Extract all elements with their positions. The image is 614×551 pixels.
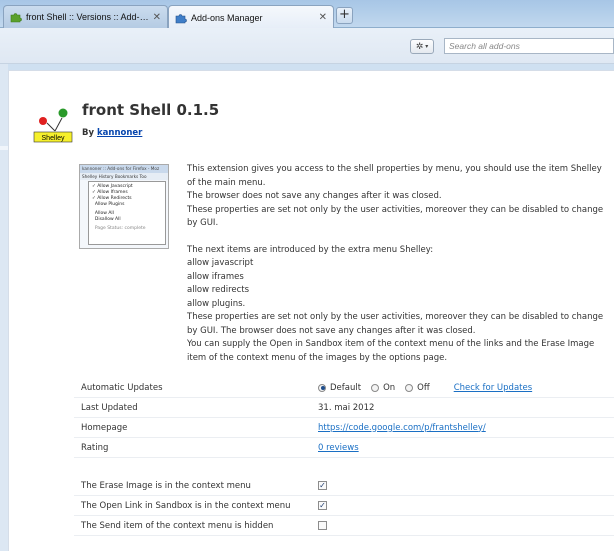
screenshot-menu-item: Page Status: complete bbox=[94, 226, 146, 231]
puzzle-icon bbox=[10, 11, 22, 23]
chevron-down-icon: ▾ bbox=[425, 43, 429, 50]
last-updated-row: Last Updated 31. mai 2012 bbox=[74, 398, 614, 418]
homepage-link[interactable]: https://code.google.com/p/frantshelley/ bbox=[318, 423, 486, 433]
tab-addons-manager[interactable]: Add-ons Manager ✕ bbox=[168, 5, 334, 29]
author-link[interactable]: kannoner bbox=[97, 128, 142, 138]
option-erase-image-row: The Erase Image is in the context menu ✓ bbox=[74, 476, 614, 496]
description-paragraph: allow plugins. bbox=[187, 298, 246, 309]
option-checkbox[interactable]: ✓ bbox=[318, 501, 327, 510]
option-checkbox[interactable] bbox=[318, 521, 327, 530]
last-updated-label: Last Updated bbox=[81, 402, 138, 413]
addons-icon bbox=[175, 12, 187, 24]
auto-updates-label: Automatic Updates bbox=[81, 382, 163, 393]
radio-icon[interactable] bbox=[371, 383, 380, 392]
description-paragraph: You can supply the Open in Sandbox item … bbox=[187, 339, 595, 363]
tab-label: front Shell :: Versions :: Add-ons f... bbox=[26, 12, 149, 22]
tools-menu-button[interactable]: ✲ ▾ bbox=[410, 39, 434, 54]
homepage-row: Homepage https://code.google.com/p/frant… bbox=[74, 418, 614, 438]
addon-details: Automatic Updates Default On Off Check f… bbox=[74, 378, 614, 458]
addons-toolbar: ✲ ▾ Search all add-ons bbox=[0, 28, 614, 64]
description-paragraph: The browser does not save any changes af… bbox=[187, 191, 442, 201]
by-label: By bbox=[82, 128, 95, 138]
screenshot-menu-bar: Shelley History Bookmarks Too bbox=[80, 173, 168, 180]
check-for-updates-link[interactable]: Check for Updates bbox=[454, 383, 532, 393]
new-tab-button[interactable]: + bbox=[336, 7, 353, 24]
radio-icon[interactable] bbox=[318, 383, 326, 392]
description-paragraph: The next items are introduced by the ext… bbox=[187, 244, 434, 255]
addon-title: front Shell 0.1.5 bbox=[82, 101, 220, 119]
rating-label: Rating bbox=[81, 442, 109, 453]
radio-icon[interactable] bbox=[405, 383, 414, 392]
option-open-sandbox-row: The Open Link in Sandbox is in the conte… bbox=[74, 496, 614, 516]
description-paragraph: allow iframes bbox=[187, 271, 244, 282]
last-updated-value: 31. mai 2012 bbox=[318, 402, 375, 413]
screenshot-menu: ✓ Allow Javascript ✓ Allow Iframes ✓ All… bbox=[88, 181, 166, 245]
radio-off[interactable]: Off bbox=[405, 383, 430, 393]
byline: By kannoner bbox=[82, 128, 142, 138]
option-label: The Send item of the context menu is hid… bbox=[81, 520, 274, 531]
tab-front-shell-versions[interactable]: front Shell :: Versions :: Add-ons f... … bbox=[3, 5, 168, 28]
homepage-label: Homepage bbox=[81, 422, 128, 433]
radio-on[interactable]: On bbox=[371, 383, 395, 393]
tab-bar: front Shell :: Versions :: Add-ons f... … bbox=[0, 0, 614, 29]
addon-description: This extension gives you access to the s… bbox=[187, 163, 612, 365]
option-send-hidden-row: The Send item of the context menu is hid… bbox=[74, 516, 614, 536]
option-label: The Erase Image is in the context menu bbox=[81, 480, 251, 491]
close-tab-icon[interactable]: ✕ bbox=[319, 12, 327, 23]
description-paragraph: These properties are set not only by the… bbox=[187, 312, 604, 336]
addon-screenshot[interactable]: kannoner :: Add-ons for Firefox - Moz Sh… bbox=[79, 164, 169, 249]
description-paragraph: allow javascript bbox=[187, 258, 254, 268]
category-sidebar bbox=[0, 64, 8, 551]
option-label: The Open Link in Sandbox is in the conte… bbox=[81, 500, 291, 511]
addon-detail-pane: Shelley front Shell 0.1.5 By kannoner ka… bbox=[8, 70, 614, 551]
close-tab-icon[interactable]: ✕ bbox=[153, 12, 161, 23]
tab-label: Add-ons Manager bbox=[191, 12, 263, 23]
option-checkbox[interactable]: ✓ bbox=[318, 481, 327, 490]
screenshot-title-bar: kannoner :: Add-ons for Firefox - Moz bbox=[80, 165, 168, 173]
search-input[interactable]: Search all add-ons bbox=[444, 38, 614, 54]
description-paragraph: These properties are set not only by the… bbox=[187, 204, 604, 229]
description-paragraph: allow redirects bbox=[187, 285, 250, 295]
auto-updates-row: Automatic Updates Default On Off Check f… bbox=[74, 378, 614, 398]
addon-logo: Shelley bbox=[33, 101, 75, 143]
radio-default[interactable]: Default bbox=[318, 383, 361, 393]
description-paragraph: This extension gives you access to the s… bbox=[187, 164, 602, 188]
reviews-link[interactable]: 0 reviews bbox=[318, 443, 359, 453]
logo-text: Shelley bbox=[42, 135, 65, 142]
addon-options: The Erase Image is in the context menu ✓… bbox=[74, 476, 614, 536]
gear-icon: ✲ bbox=[415, 41, 424, 52]
rating-row: Rating 0 reviews bbox=[74, 438, 614, 458]
